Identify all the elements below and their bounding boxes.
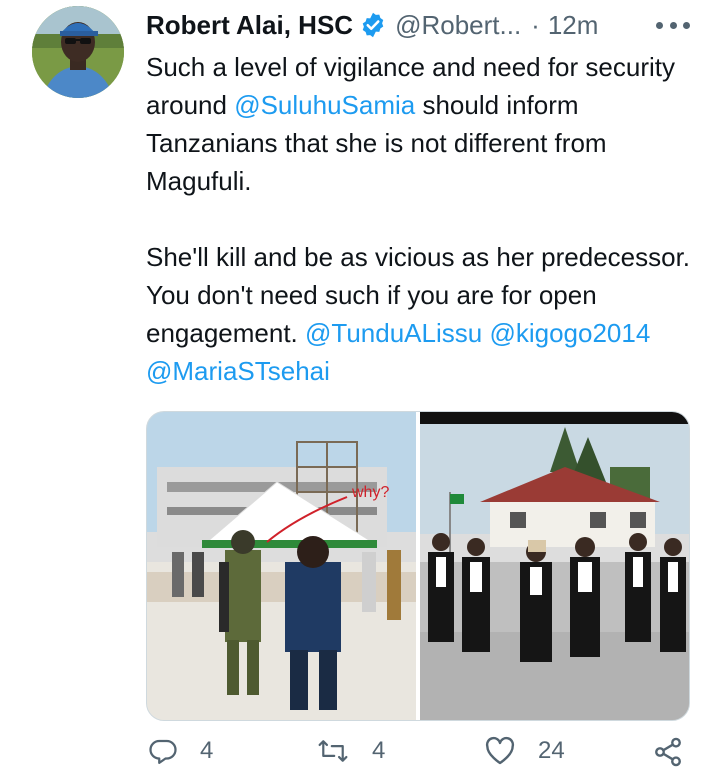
photo-annotation: why?	[351, 484, 389, 501]
mention-link[interactable]: @MariaSTsehai	[146, 356, 330, 386]
share-button[interactable]	[652, 736, 684, 768]
tweet[interactable]: Robert Alai, HSC @Robert... · 12m Such a…	[0, 0, 720, 777]
tweet-text: Such a level of vigilance and need for s…	[146, 48, 706, 390]
more-icon[interactable]	[656, 12, 690, 38]
mention-link[interactable]: @TunduALissu	[305, 318, 482, 348]
mention-link[interactable]: @kigogo2014	[489, 318, 650, 348]
media-grid[interactable]: why?	[146, 411, 690, 721]
tweet-header: Robert Alai, HSC @Robert... · 12m	[146, 6, 706, 44]
retweet-button[interactable]: 4	[316, 736, 385, 766]
reply-count: 4	[200, 737, 214, 764]
tweet-paragraph-1: Such a level of vigilance and need for s…	[146, 48, 706, 200]
retweet-count: 4	[372, 737, 386, 764]
user-handle[interactable]: @Robert...	[395, 10, 521, 41]
photo-right[interactable]	[420, 412, 689, 720]
mention-link[interactable]: @SuluhuSamia	[234, 90, 415, 120]
verified-badge-icon	[359, 11, 387, 39]
tweet-actions: 4 4 24	[146, 736, 706, 780]
display-name[interactable]: Robert Alai, HSC	[146, 10, 353, 41]
timestamp[interactable]: 12m	[548, 10, 599, 41]
retweet-icon	[316, 736, 350, 766]
like-count: 24	[538, 737, 565, 764]
reply-icon	[148, 736, 178, 766]
share-icon	[652, 736, 684, 768]
tweet-paragraph-2: She'll kill and be as vicious as her pre…	[146, 238, 706, 390]
like-button[interactable]: 24	[484, 736, 565, 766]
reply-button[interactable]: 4	[148, 736, 213, 766]
photo-left[interactable]: why?	[147, 412, 416, 720]
like-icon	[484, 736, 516, 766]
avatar[interactable]	[32, 6, 124, 98]
separator-dot: ·	[531, 9, 540, 40]
